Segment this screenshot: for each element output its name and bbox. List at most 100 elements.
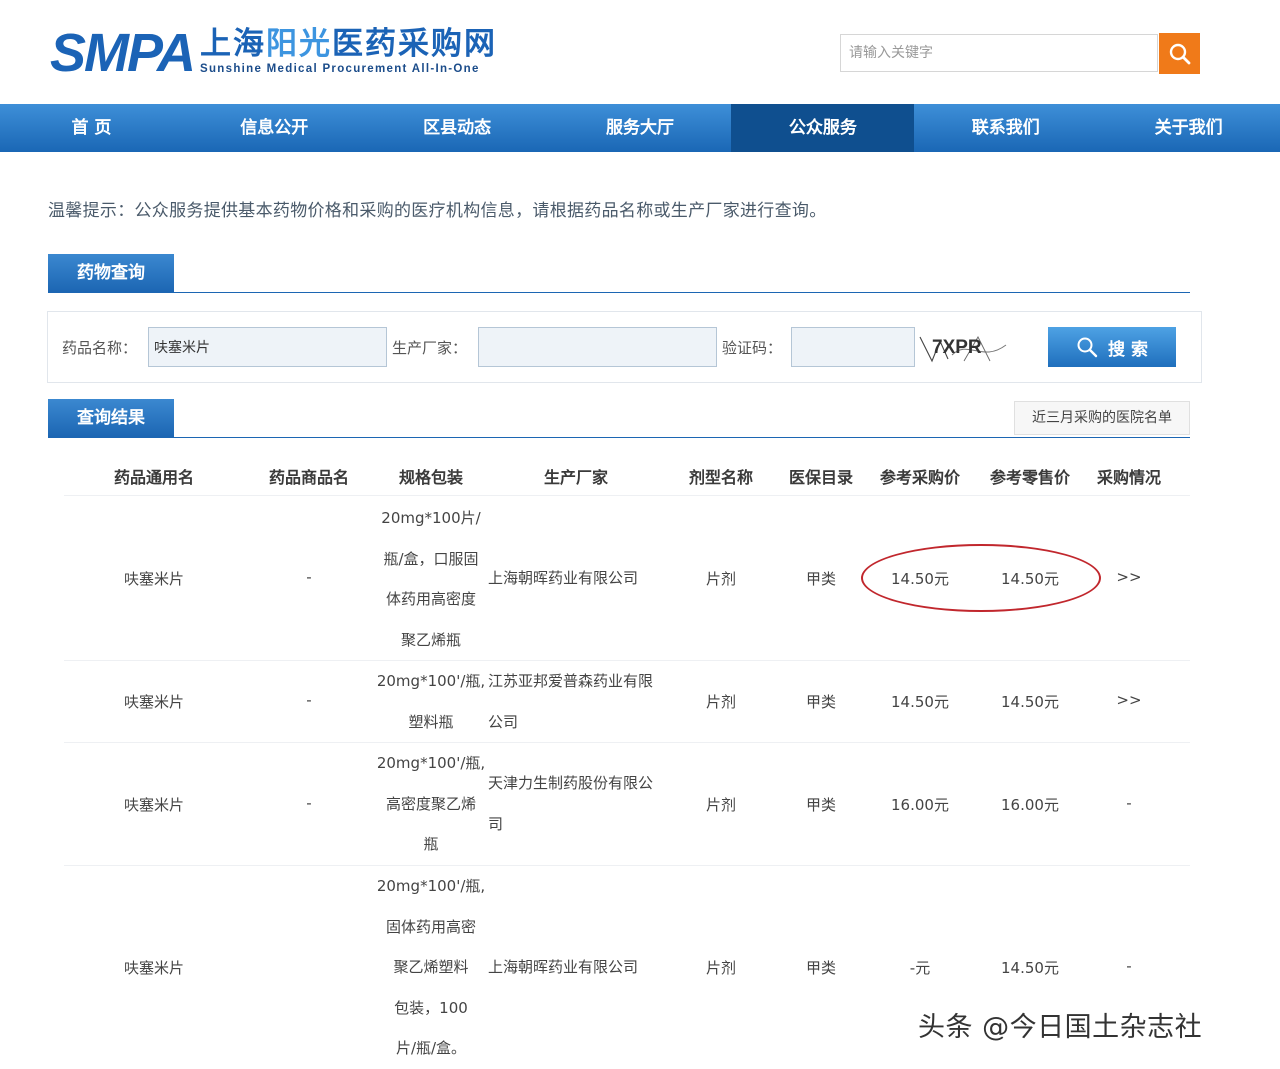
cell-spec: 20mg*100片/ 瓶/盒，口服固 体药用高密度 聚乙烯瓶 bbox=[374, 498, 488, 660]
logo-mark: SMPA bbox=[50, 23, 196, 83]
cell-spec-line: 20mg*100片/ bbox=[381, 509, 481, 527]
manufacturer-input[interactable] bbox=[478, 327, 717, 367]
nav-item-contact-us[interactable]: 联系我们 bbox=[914, 104, 1097, 152]
row-divider bbox=[64, 865, 1190, 866]
cell-brand-name: - bbox=[306, 794, 312, 812]
cell-maker-line: 公司 bbox=[488, 712, 519, 731]
cell-purchase-price: 14.50元 bbox=[891, 693, 949, 711]
cell-generic-name: 呋塞米片 bbox=[123, 796, 184, 814]
search-icon bbox=[1077, 337, 1098, 358]
main-nav: 首 页 信息公开 区县动态 服务大厅 公众服务 联系我们 关于我们 bbox=[0, 104, 1280, 152]
cell-detail-link[interactable]: >> bbox=[1084, 691, 1174, 709]
nav-item-district-news[interactable]: 区县动态 bbox=[366, 104, 549, 152]
section-divider bbox=[48, 292, 1190, 293]
cell-spec-line: 20mg*100'/瓶, bbox=[376, 672, 486, 690]
cell-purchase-price: -元 bbox=[909, 959, 931, 977]
cell-spec-line: 高密度聚乙烯 bbox=[385, 794, 476, 813]
cell-maker-line: 天津力生制药股份有限公 bbox=[488, 774, 654, 792]
cell-spec-line: 聚乙烯瓶 bbox=[400, 630, 461, 649]
site-header: SMPA 上海阳光医药采购网 Sunshine Medical Procurem… bbox=[0, 0, 1280, 104]
price-highlight-ellipse bbox=[861, 544, 1101, 612]
cell-generic-name: 呋塞米片 bbox=[123, 693, 184, 711]
cell-purchase-price: 16.00元 bbox=[891, 796, 949, 814]
cell-insurance: 甲类 bbox=[805, 796, 836, 814]
cell-status: - bbox=[1126, 957, 1132, 975]
cell-dosage-form: 片剂 bbox=[705, 693, 736, 711]
cell-spec: 20mg*100'/瓶, 高密度聚乙烯 瓶 bbox=[374, 743, 488, 865]
cell-retail-price: 14.50元 bbox=[1001, 959, 1059, 977]
col-header-manufacturer: 生产厂家 bbox=[543, 468, 608, 487]
col-header-purchase-price: 参考采购价 bbox=[879, 468, 960, 487]
cell-insurance: 甲类 bbox=[805, 570, 836, 588]
captcha-image[interactable]: 7XPR bbox=[918, 331, 1010, 367]
recent-hospitals-button[interactable]: 近三月采购的医院名单 bbox=[1014, 401, 1190, 435]
cell-insurance: 甲类 bbox=[805, 959, 836, 977]
col-header-spec: 规格包装 bbox=[398, 468, 463, 487]
cell-spec: 20mg*100'/瓶, 固体药用高密 聚乙烯塑料 包装，100 片/瓶/盒。 bbox=[374, 866, 488, 1069]
captcha-text: 7XPR bbox=[932, 337, 982, 358]
nav-item-public-service[interactable]: 公众服务 bbox=[731, 104, 915, 152]
col-header-generic-name: 药品通用名 bbox=[113, 468, 194, 487]
results-section-title: 查询结果 bbox=[48, 399, 174, 437]
cell-maker-line: 上海朝晖药业有限公司 bbox=[488, 958, 639, 976]
logo-english-subtitle: Sunshine Medical Procurement All-In-One bbox=[200, 63, 480, 75]
cell-spec-line: 20mg*100'/瓶, bbox=[376, 877, 486, 895]
tip-text: 温馨提示：公众服务提供基本药物价格和采购的医疗机构信息，请根据药品名称或生产厂家… bbox=[48, 201, 827, 221]
cell-dosage-form: 片剂 bbox=[705, 570, 736, 588]
cell-spec-line: 聚乙烯塑料 bbox=[393, 958, 469, 976]
drug-name-input[interactable] bbox=[148, 327, 387, 367]
nav-item-about-us[interactable]: 关于我们 bbox=[1097, 104, 1280, 152]
cell-brand-name: - bbox=[306, 568, 312, 586]
cell-spec-line: 片/瓶/盒。 bbox=[395, 1039, 467, 1057]
watermark: 头条 @今日国土杂志社 bbox=[918, 1012, 1203, 1043]
cell-generic-name: 呋塞米片 bbox=[123, 570, 184, 588]
cell-spec-line: 体药用高密度 bbox=[385, 590, 476, 608]
col-header-retail-price: 参考零售价 bbox=[989, 468, 1070, 487]
site-logo[interactable]: SMPA 上海阳光医药采购网 Sunshine Medical Procurem… bbox=[50, 26, 497, 82]
cell-manufacturer: 上海朝晖药业有限公司 bbox=[488, 558, 672, 599]
cell-manufacturer: 上海朝晖药业有限公司 bbox=[488, 947, 672, 988]
cell-maker-line: 司 bbox=[488, 814, 504, 833]
site-search-input[interactable] bbox=[840, 34, 1158, 72]
cell-spec-line: 20mg*100'/瓶, bbox=[376, 754, 486, 772]
manufacturer-label: 生产厂家： bbox=[392, 339, 468, 357]
captcha-label: 验证码： bbox=[722, 339, 783, 357]
row-divider bbox=[64, 742, 1190, 743]
query-search-button[interactable]: 搜 索 bbox=[1048, 327, 1176, 367]
nav-item-home[interactable]: 首 页 bbox=[0, 104, 183, 152]
logo-chinese-title: 上海阳光医药采购网 bbox=[200, 26, 497, 62]
col-header-dosage-form: 剂型名称 bbox=[688, 468, 753, 487]
cell-dosage-form: 片剂 bbox=[705, 796, 736, 814]
cell-spec-line: 包装，100 bbox=[394, 998, 468, 1017]
cell-spec-line: 塑料瓶 bbox=[408, 712, 454, 731]
cell-generic-name: 呋塞米片 bbox=[123, 959, 184, 977]
logo-cn-part-3: 医药采购网 bbox=[332, 26, 498, 62]
query-search-label: 搜 索 bbox=[1108, 339, 1148, 360]
cell-spec-line: 瓶 bbox=[423, 835, 439, 853]
cell-retail-price: 16.00元 bbox=[1001, 796, 1059, 814]
cell-retail-price: 14.50元 bbox=[1001, 693, 1059, 711]
site-search-button[interactable] bbox=[1159, 33, 1200, 74]
cell-spec-line: 瓶/盒，口服固 bbox=[383, 549, 479, 568]
logo-text: 上海阳光医药采购网 Sunshine Medical Procurement A… bbox=[200, 26, 497, 76]
col-header-insurance: 医保目录 bbox=[788, 468, 853, 487]
cell-insurance: 甲类 bbox=[805, 693, 836, 711]
logo-cn-part-1: 上海 bbox=[200, 26, 267, 62]
nav-item-info-disclosure[interactable]: 信息公开 bbox=[183, 104, 366, 152]
cell-spec: 20mg*100'/瓶, 塑料瓶 bbox=[374, 661, 488, 742]
search-icon bbox=[1169, 43, 1190, 64]
col-header-status: 采购情况 bbox=[1096, 468, 1161, 487]
row-divider bbox=[64, 495, 1190, 496]
cell-spec-line: 固体药用高密 bbox=[385, 917, 476, 936]
logo-cn-part-2: 阳光 bbox=[266, 26, 333, 62]
section-divider bbox=[48, 437, 1190, 438]
cell-maker-line: 江苏亚邦爱普森药业有限 bbox=[488, 672, 654, 690]
cell-brand-name: - bbox=[306, 691, 312, 709]
cell-dosage-form: 片剂 bbox=[705, 959, 736, 977]
captcha-input[interactable] bbox=[791, 327, 915, 367]
drug-query-section-title: 药物查询 bbox=[48, 254, 174, 292]
col-header-brand-name: 药品商品名 bbox=[268, 468, 349, 487]
cell-manufacturer: 天津力生制药股份有限公 司 bbox=[488, 763, 672, 844]
cell-status: - bbox=[1126, 794, 1132, 812]
nav-item-service-hall[interactable]: 服务大厅 bbox=[549, 104, 732, 152]
